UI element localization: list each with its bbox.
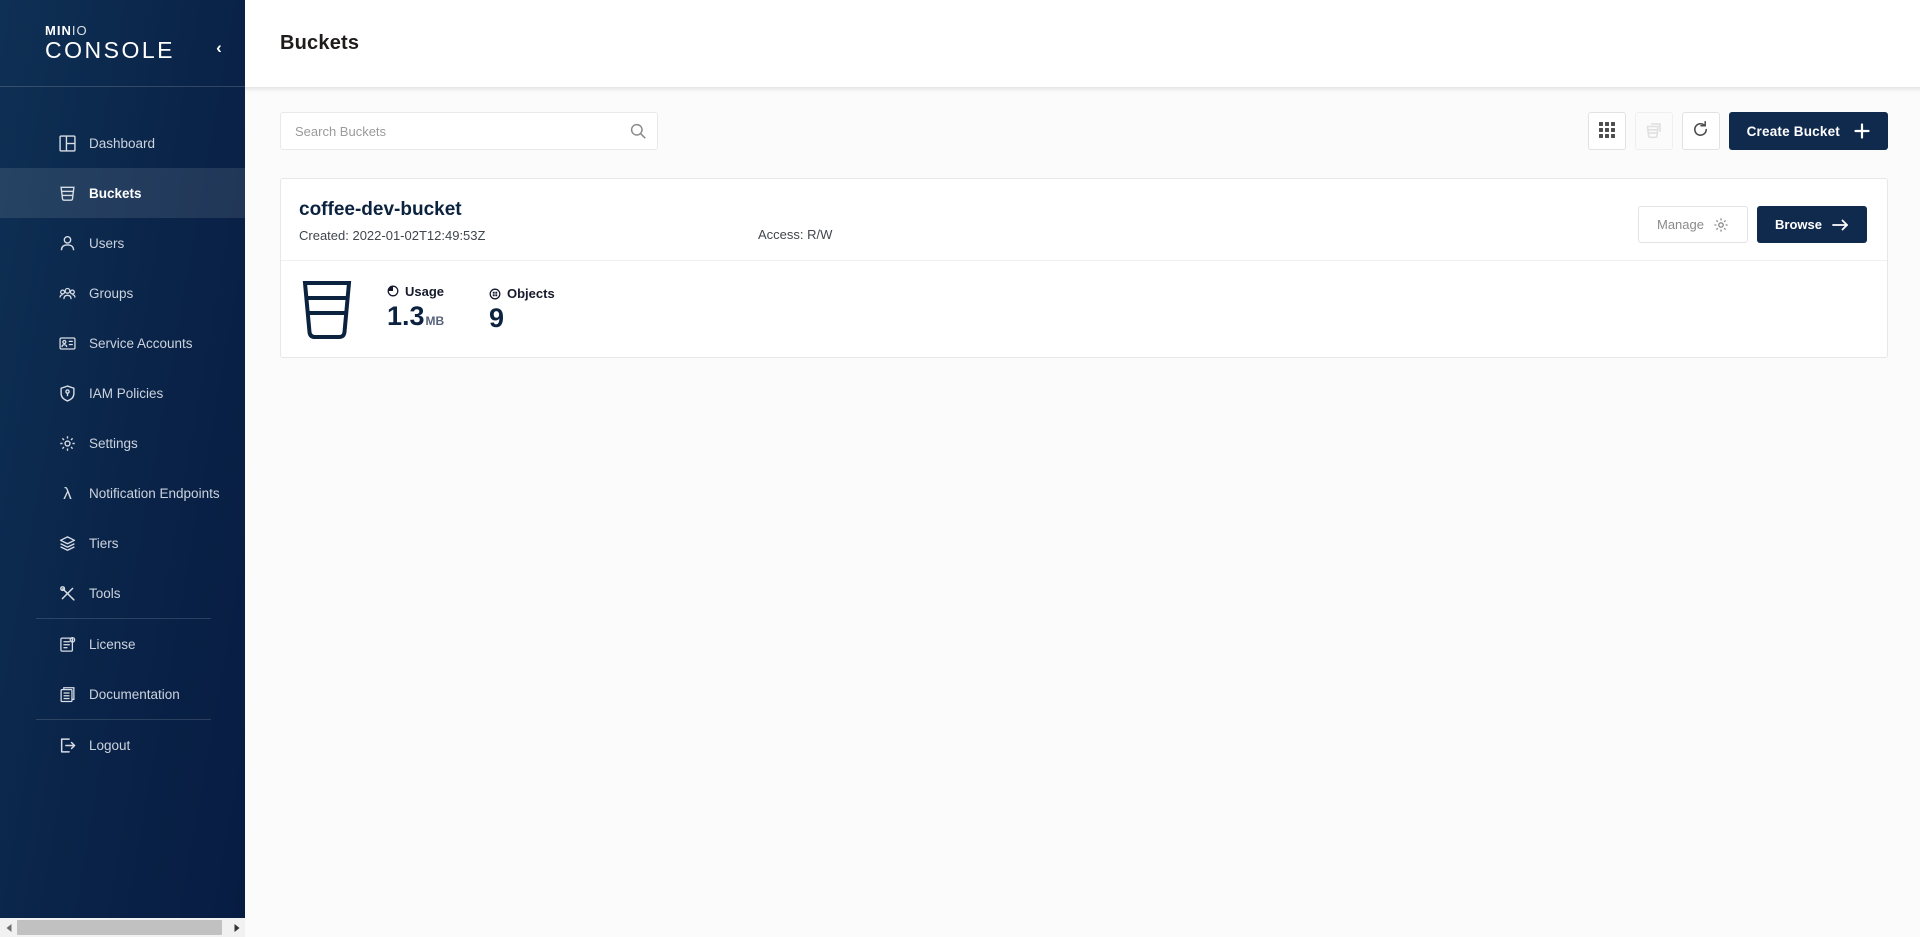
page-header: Buckets bbox=[245, 0, 1920, 87]
documentation-icon bbox=[59, 686, 76, 703]
tools-icon bbox=[59, 585, 76, 602]
usage-unit: MB bbox=[426, 314, 445, 328]
bucket-card-top: coffee-dev-bucket Created: 2022-01-02T12… bbox=[281, 179, 1887, 261]
sidebar-item-label: License bbox=[89, 637, 136, 652]
dashboard-icon bbox=[59, 135, 76, 152]
sidebar-item-buckets[interactable]: Buckets bbox=[0, 168, 245, 218]
logo-text-min: MIN bbox=[45, 23, 72, 38]
logout-icon bbox=[59, 737, 76, 754]
usage-label-row: Usage bbox=[387, 284, 471, 299]
sidebar-item-users[interactable]: Users bbox=[0, 218, 245, 268]
logo-text-console: CONSOLE bbox=[45, 37, 227, 63]
usage-value: 1.3 bbox=[387, 301, 425, 331]
groups-icon bbox=[59, 285, 76, 302]
sidebar-item-label: Settings bbox=[89, 436, 138, 451]
right-triangle-icon bbox=[234, 924, 239, 932]
logo-text-io: IO bbox=[72, 23, 88, 38]
service-accounts-icon bbox=[59, 335, 76, 352]
scrollbar-thumb[interactable] bbox=[17, 920, 222, 935]
sidebar-item-tiers[interactable]: Tiers bbox=[0, 518, 245, 568]
sidebar-item-label: Dashboard bbox=[89, 136, 155, 151]
sidebar-item-settings[interactable]: Settings bbox=[0, 418, 245, 468]
sidebar-item-label: Buckets bbox=[89, 186, 142, 201]
objects-label-row: Objects bbox=[489, 286, 573, 301]
plus-icon bbox=[1854, 123, 1870, 139]
objects-icon bbox=[489, 288, 501, 300]
usage-metric: Usage 1.3MB bbox=[387, 284, 471, 336]
bucket-icon-large bbox=[301, 280, 353, 340]
sidebar-item-label: Users bbox=[89, 236, 124, 251]
grid-view-button[interactable] bbox=[1588, 112, 1626, 150]
bucket-card[interactable]: coffee-dev-bucket Created: 2022-01-02T12… bbox=[280, 178, 1888, 358]
page-title: Buckets bbox=[280, 32, 359, 55]
bucket-created: Created: 2022-01-02T12:49:53Z bbox=[299, 228, 1867, 243]
sidebar-item-groups[interactable]: Groups bbox=[0, 268, 245, 318]
bucket-name: coffee-dev-bucket bbox=[299, 199, 1867, 221]
bucket-card-metrics: Usage 1.3MB Objects 9 bbox=[281, 261, 1887, 358]
list-view-button[interactable] bbox=[1635, 112, 1673, 150]
sidebar-item-service-accounts[interactable]: Service Accounts bbox=[0, 318, 245, 368]
sidebar: MINIO CONSOLE ‹ Dashboard Buckets bbox=[0, 0, 245, 937]
search-icon bbox=[629, 122, 647, 140]
search-input[interactable] bbox=[280, 112, 658, 150]
create-bucket-button[interactable]: Create Bucket bbox=[1729, 112, 1888, 150]
sidebar-menu: Dashboard Buckets Users Groups bbox=[0, 87, 245, 937]
grid-view-icon bbox=[1598, 121, 1616, 142]
usage-pie-icon bbox=[387, 285, 399, 297]
sidebar-item-tools[interactable]: Tools bbox=[0, 568, 245, 618]
refresh-button[interactable] bbox=[1682, 112, 1720, 150]
scrollbar-left-arrow[interactable] bbox=[0, 918, 17, 937]
layers-icon bbox=[59, 535, 76, 552]
bucket-access: Access: R/W bbox=[758, 227, 832, 242]
left-triangle-icon bbox=[6, 924, 11, 932]
sidebar-collapse-button[interactable]: ‹ bbox=[209, 38, 229, 58]
manage-button[interactable]: Manage bbox=[1638, 206, 1748, 243]
chevron-left-icon: ‹ bbox=[216, 38, 222, 57]
objects-metric: Objects 9 bbox=[489, 286, 573, 333]
user-icon bbox=[59, 235, 76, 252]
logo-area: MINIO CONSOLE ‹ bbox=[0, 0, 245, 87]
sidebar-item-iam-policies[interactable]: IAM Policies bbox=[0, 368, 245, 418]
manage-label: Manage bbox=[1657, 217, 1704, 232]
gear-icon bbox=[1713, 217, 1729, 233]
usage-value-row: 1.3MB bbox=[387, 302, 471, 336]
gear-icon bbox=[59, 435, 76, 452]
usage-label: Usage bbox=[405, 284, 444, 299]
sidebar-item-label: Notification Endpoints bbox=[89, 486, 220, 501]
objects-label: Objects bbox=[507, 286, 555, 301]
sidebar-item-label: Tiers bbox=[89, 536, 119, 551]
minio-logo: MINIO bbox=[45, 24, 227, 37]
arrow-right-icon bbox=[1832, 218, 1849, 232]
browse-label: Browse bbox=[1775, 217, 1822, 232]
bucket-card-actions: Manage Browse bbox=[1638, 206, 1867, 243]
sidebar-item-label: Tools bbox=[89, 586, 121, 601]
objects-value: 9 bbox=[489, 304, 573, 333]
bucket-icon bbox=[59, 185, 76, 202]
page-body: Create Bucket coffee-dev-bucket Created:… bbox=[245, 87, 1920, 937]
sidebar-item-notification-endpoints[interactable]: λ Notification Endpoints bbox=[0, 468, 245, 518]
sidebar-item-label: Groups bbox=[89, 286, 133, 301]
toolbar-right: Create Bucket bbox=[1579, 112, 1888, 150]
sidebar-item-label: Logout bbox=[89, 738, 130, 753]
list-view-icon bbox=[1644, 120, 1664, 143]
sidebar-item-label: Documentation bbox=[89, 687, 180, 702]
sidebar-horizontal-scrollbar bbox=[0, 918, 245, 937]
sidebar-item-dashboard[interactable]: Dashboard bbox=[0, 118, 245, 168]
browse-button[interactable]: Browse bbox=[1757, 206, 1867, 243]
sidebar-item-label: IAM Policies bbox=[89, 386, 163, 401]
main-area: Buckets bbox=[245, 0, 1920, 937]
sidebar-item-license[interactable]: License bbox=[0, 619, 245, 669]
shield-icon bbox=[59, 385, 76, 402]
license-icon bbox=[59, 636, 76, 653]
sidebar-item-logout[interactable]: Logout bbox=[0, 720, 245, 770]
refresh-icon bbox=[1691, 120, 1710, 142]
lambda-icon: λ bbox=[59, 485, 76, 502]
scrollbar-right-arrow[interactable] bbox=[228, 918, 245, 937]
sidebar-item-documentation[interactable]: Documentation bbox=[0, 669, 245, 719]
search-wrap bbox=[280, 112, 658, 150]
buckets-toolbar: Create Bucket bbox=[280, 112, 1888, 150]
sidebar-item-label: Service Accounts bbox=[89, 336, 193, 351]
create-bucket-label: Create Bucket bbox=[1747, 124, 1840, 139]
minio-console-app: MINIO CONSOLE ‹ Dashboard Buckets bbox=[0, 0, 1920, 937]
